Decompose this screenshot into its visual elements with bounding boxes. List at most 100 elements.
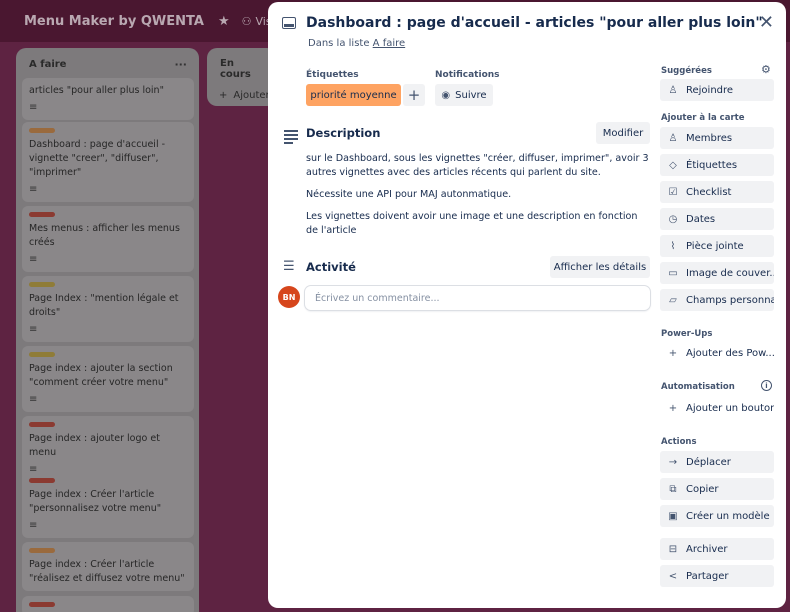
card-label	[29, 352, 55, 357]
checkbox-icon: ☑	[668, 186, 678, 198]
arrow-right-icon: →	[668, 456, 678, 468]
list-card[interactable]	[22, 596, 194, 612]
share-button[interactable]: < Partager	[660, 565, 774, 587]
add-label-button[interactable]: +	[403, 84, 425, 106]
card-icon	[282, 17, 296, 29]
description-paragraph: Nécessite une API pour MAJ autonmatique.	[306, 189, 512, 200]
cover-label: Image de couver...	[686, 267, 774, 279]
show-details-button[interactable]: Afficher les détails	[550, 256, 650, 278]
folder-icon: ▱	[669, 294, 677, 306]
archive-label: Archiver	[686, 543, 728, 555]
card-label	[29, 128, 55, 133]
attachment-button[interactable]: ⌇ Pièce jointe	[660, 235, 774, 257]
add-powerups-label: Ajouter des Pow...	[686, 347, 774, 359]
dates-button[interactable]: ◷ Dates	[660, 208, 774, 230]
card-text: Page index : Créer l'article "personnali…	[29, 489, 162, 514]
edit-description-button[interactable]: Modifier	[596, 122, 650, 144]
add-button-button[interactable]: + Ajouter un bouton	[660, 397, 774, 419]
description-icon: ≡	[29, 394, 38, 405]
person-icon: ♙	[668, 84, 678, 96]
custom-fields-label: Champs personnal...	[686, 294, 774, 306]
members-button[interactable]: ♙ Membres	[660, 127, 774, 149]
list-en-cours: En cours + Ajouter	[207, 48, 277, 106]
checklist-label: Checklist	[686, 186, 732, 198]
move-label: Déplacer	[686, 456, 731, 468]
checklist-button[interactable]: ☑ Checklist	[660, 181, 774, 203]
avatar[interactable]: BN	[278, 286, 300, 308]
list-card[interactable]: Page index : ajouter la section "comment…	[22, 346, 194, 412]
list-link[interactable]: A faire	[373, 38, 406, 49]
card-label	[29, 478, 55, 483]
list-title[interactable]: A faire	[29, 59, 66, 70]
clock-icon: ◷	[668, 213, 678, 225]
notifications-heading: Notifications	[435, 70, 500, 80]
info-icon[interactable]: i	[761, 380, 772, 391]
add-powerups-button[interactable]: + Ajouter des Pow...	[660, 342, 774, 364]
custom-fields-button[interactable]: ▱ Champs personnal...	[660, 289, 774, 311]
labels-label: Étiquettes	[686, 159, 738, 171]
label-chip[interactable]: priorité moyenne	[306, 84, 401, 106]
plus-icon: +	[219, 90, 228, 101]
tag-icon: ◇	[669, 159, 677, 171]
share-icon: <	[668, 570, 678, 582]
archive-button[interactable]: ⊟ Archiver	[660, 538, 774, 560]
members-label: Membres	[686, 132, 733, 144]
card-text: Page index : ajouter la section "comment…	[29, 363, 173, 388]
comment-input[interactable]: Écrivez un commentaire...	[305, 286, 650, 310]
add-card-label: Ajouter	[233, 90, 270, 101]
labels-button[interactable]: ◇ Étiquettes	[660, 154, 774, 176]
copy-button[interactable]: ⧉ Copier	[660, 478, 774, 500]
card-detail-modal: Dashboard : page d'accueil - articles "p…	[268, 2, 786, 608]
description-icon: ≡	[29, 520, 38, 531]
list-breadcrumb: Dans la liste A faire	[308, 38, 405, 49]
description-icon: ≡	[29, 254, 38, 265]
move-button[interactable]: → Déplacer	[660, 451, 774, 473]
suggested-heading: Suggérées	[661, 66, 712, 76]
card-title[interactable]: Dashboard : page d'accueil - articles "p…	[306, 12, 763, 34]
list-card[interactable]: Page index : Créer l'article "personnali…	[22, 472, 194, 538]
card-text: Mes menus : afficher les menus créés	[29, 223, 180, 248]
description-paragraph: Les vignettes doivent avoir une image et…	[306, 211, 638, 236]
list-card[interactable]: Page Index : "mention légale et droits" …	[22, 276, 194, 342]
card-text: Dashboard : page d'accueil - vignette "c…	[29, 139, 166, 178]
list-card[interactable]: Mes menus : afficher les menus créés ≡	[22, 206, 194, 272]
description-text[interactable]: sur le Dashboard, sous les vignettes "cr…	[306, 152, 651, 246]
join-button[interactable]: ♙ Rejoindre	[660, 79, 774, 101]
list-card[interactable]: articles "pour aller plus loin" ≡	[22, 78, 194, 120]
automation-heading: Automatisation	[661, 382, 735, 392]
star-icon[interactable]: ★	[218, 14, 230, 29]
list-card[interactable]: Dashboard : page d'accueil - vignette "c…	[22, 122, 194, 202]
cover-button[interactable]: ▭ Image de couver...	[660, 262, 774, 284]
close-icon[interactable]: ✕	[759, 12, 774, 33]
gear-icon[interactable]: ⚙	[761, 63, 771, 76]
list-menu-icon[interactable]: ···	[174, 58, 187, 71]
card-label	[29, 548, 55, 553]
board-title[interactable]: Menu Maker by QWENTA	[24, 14, 204, 29]
join-label: Rejoindre	[686, 84, 734, 96]
activity-heading: Activité	[306, 260, 356, 274]
powerups-heading: Power-Ups	[661, 329, 713, 339]
attachment-label: Pièce jointe	[686, 240, 744, 252]
plus-icon: +	[668, 402, 678, 414]
watch-button[interactable]: ◉ Suivre	[435, 84, 493, 106]
description-icon: ≡	[29, 102, 38, 113]
card-label	[29, 602, 55, 607]
card-label	[29, 282, 55, 287]
copy-label: Copier	[686, 483, 719, 495]
create-template-button[interactable]: ▣ Créer un modèle	[660, 505, 774, 527]
add-card-button[interactable]: + Ajouter	[207, 84, 277, 107]
card-cover-icon: ▭	[668, 267, 678, 279]
description-heading: Description	[306, 126, 381, 140]
card-label	[29, 212, 55, 217]
list-title[interactable]: En cours	[220, 58, 265, 80]
add-button-label: Ajouter un bouton	[686, 402, 774, 414]
watch-label: Suivre	[455, 89, 487, 101]
list-card[interactable]: Page index : Créer l'article "réalisez e…	[22, 542, 194, 591]
share-label: Partager	[686, 570, 729, 582]
description-icon	[284, 130, 298, 146]
activity-icon: ☰	[283, 259, 295, 274]
add-to-card-heading: Ajouter à la carte	[661, 113, 745, 123]
copy-icon: ⧉	[669, 483, 677, 495]
card-text: Page index : ajouter logo et menu	[29, 433, 160, 458]
archive-icon: ⊟	[668, 543, 678, 555]
